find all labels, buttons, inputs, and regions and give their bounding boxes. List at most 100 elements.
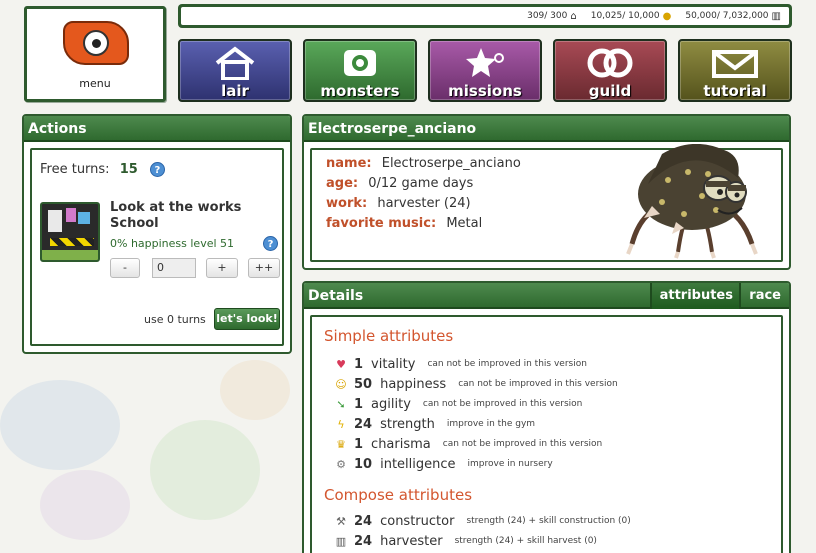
- nav-monsters[interactable]: monsters: [303, 39, 417, 102]
- school-thumbnail: [40, 202, 100, 262]
- monster-age-row: age: 0/12 game days: [326, 176, 473, 191]
- attribute-name: harvester: [380, 533, 443, 549]
- free-turns-label: Free turns:: [40, 162, 110, 177]
- monster-name-row: name: Electroserpe_anciano: [326, 156, 521, 171]
- name-value: Electroserpe_anciano: [381, 156, 521, 171]
- attribute-note: improve in the gym: [446, 419, 536, 429]
- age-key: age:: [326, 176, 359, 191]
- attribute-name: charisma: [371, 436, 431, 452]
- heart-icon: ♥: [336, 357, 346, 371]
- quantity-input[interactable]: 0: [152, 258, 196, 278]
- tab-attributes[interactable]: attributes: [649, 283, 741, 309]
- tab-race[interactable]: race: [739, 283, 789, 309]
- actions-panel: Actions Free turns: 15 ? Look at the wor…: [22, 114, 292, 354]
- money-value: 10,025/ 10,000: [590, 11, 660, 21]
- bank-icon: ▥: [335, 534, 347, 548]
- nav-lair[interactable]: lair: [178, 39, 292, 102]
- compose-attributes-title: Compose attributes: [324, 486, 473, 504]
- actions-title: Actions: [24, 116, 290, 142]
- nav-guild[interactable]: guild: [553, 39, 667, 102]
- attribute-name: agility: [371, 396, 411, 412]
- attribute-row: ⚒ 24 constructor strength (24) + skill c…: [334, 512, 631, 530]
- attribute-row: ♥ 1 vitality can not be improved in this…: [334, 355, 587, 373]
- monster-illustration: [626, 144, 758, 259]
- storage-value: 50,000/ 7,032,000: [685, 11, 769, 21]
- attribute-name: vitality: [371, 356, 416, 372]
- population-value: 309/ 300: [527, 11, 568, 21]
- monster-music-row: favorite music: Metal: [326, 216, 482, 231]
- background-blob: [0, 380, 120, 470]
- nav-monsters-label: monsters: [320, 82, 400, 100]
- nav-guild-label: guild: [588, 82, 632, 100]
- nav-lair-label: lair: [221, 82, 249, 100]
- attribute-value: 50: [354, 376, 373, 392]
- attribute-note: can not be improved in this version: [422, 399, 583, 409]
- attribute-value: 1: [354, 356, 364, 372]
- rings-icon: [555, 46, 665, 83]
- lets-look-button[interactable]: let's look!: [214, 308, 280, 330]
- monster-panel: Electroserpe_anciano name: Electroserpe_…: [302, 114, 791, 270]
- help-icon[interactable]: ?: [263, 236, 278, 251]
- attribute-note: can not be improved in this version: [458, 379, 618, 389]
- task-info: 0% happiness level 51: [110, 237, 235, 250]
- work-key: work:: [326, 196, 368, 211]
- free-turns: Free turns: 15 ?: [40, 162, 165, 177]
- details-panel: Details attributes race Simple attribute…: [302, 281, 791, 553]
- music-key: favorite music:: [326, 216, 437, 231]
- menu-button[interactable]: menu: [24, 6, 166, 102]
- attribute-name: strength: [380, 416, 435, 432]
- minus-button[interactable]: -: [110, 258, 140, 278]
- attribute-note: strength (24) + skill construction (0): [466, 516, 631, 526]
- attribute-row: ♛ 1 charisma can not be improved in this…: [334, 435, 602, 453]
- nav-missions[interactable]: missions: [428, 39, 542, 102]
- simple-attributes-title: Simple attributes: [324, 327, 454, 345]
- stars-icon: [430, 46, 540, 83]
- attribute-value: 10: [354, 456, 373, 472]
- envelope-icon: [680, 46, 790, 83]
- attribute-value: 24: [354, 533, 373, 549]
- nav-missions-label: missions: [448, 82, 522, 100]
- arrow-icon: ➘: [336, 397, 346, 411]
- attribute-note: strength (24) + skill harvest (0): [454, 536, 597, 546]
- age-value: 0/12 game days: [368, 176, 474, 191]
- attribute-note: can not be improved in this version: [442, 439, 603, 449]
- attribute-row: ϟ 24 strength improve in the gym: [334, 415, 535, 433]
- resource-bar: 309/ 300 ⌂ 10,025/ 10,000 ● 50,000/ 7,03…: [178, 4, 792, 28]
- background-blob: [40, 470, 130, 540]
- smiley-icon: ☺: [335, 377, 347, 391]
- lightning-icon: ϟ: [337, 417, 345, 431]
- plus-button[interactable]: +: [206, 258, 238, 278]
- wrench-icon: ⚒: [336, 514, 346, 528]
- money-counter: 10,025/ 10,000 ●: [591, 11, 672, 22]
- attribute-row: ▥ 24 harvester strength (24) + skill har…: [334, 532, 597, 550]
- task-title: Look at the works School: [110, 200, 242, 231]
- details-title: Details: [308, 288, 364, 304]
- attribute-value: 24: [354, 416, 373, 432]
- free-turns-value: 15: [119, 162, 138, 177]
- attribute-name: intelligence: [380, 456, 456, 472]
- monster-title: Electroserpe_anciano: [304, 116, 789, 142]
- attribute-row: ☺ 50 happiness can not be improved in th…: [334, 375, 618, 393]
- population-counter: 309/ 300 ⌂: [527, 11, 577, 22]
- work-value: harvester (24): [377, 196, 471, 211]
- attribute-name: happiness: [380, 376, 447, 392]
- name-key: name:: [326, 156, 372, 171]
- music-value: Metal: [446, 216, 483, 231]
- house-icon: ⌂: [570, 10, 577, 22]
- nav-tutorial[interactable]: tutorial: [678, 39, 792, 102]
- attribute-row: ⚙ 10 intelligence improve in nursery: [334, 455, 553, 473]
- gear-icon: ⚙: [336, 457, 346, 471]
- plus-plus-button[interactable]: ++: [248, 258, 280, 278]
- details-header: Details attributes race: [304, 283, 789, 309]
- bank-icon: ▥: [771, 10, 781, 22]
- attribute-name: constructor: [380, 513, 455, 529]
- logo-eye-icon: [63, 21, 129, 65]
- help-icon[interactable]: ?: [149, 162, 165, 177]
- eye-icon: [305, 46, 415, 83]
- nav-tutorial-label: tutorial: [703, 82, 767, 100]
- attribute-value: 1: [354, 396, 364, 412]
- attribute-row: ➘ 1 agility can not be improved in this …: [334, 395, 582, 413]
- coin-icon: ●: [662, 10, 672, 22]
- house-icon: [180, 46, 290, 83]
- background-blob: [150, 420, 260, 520]
